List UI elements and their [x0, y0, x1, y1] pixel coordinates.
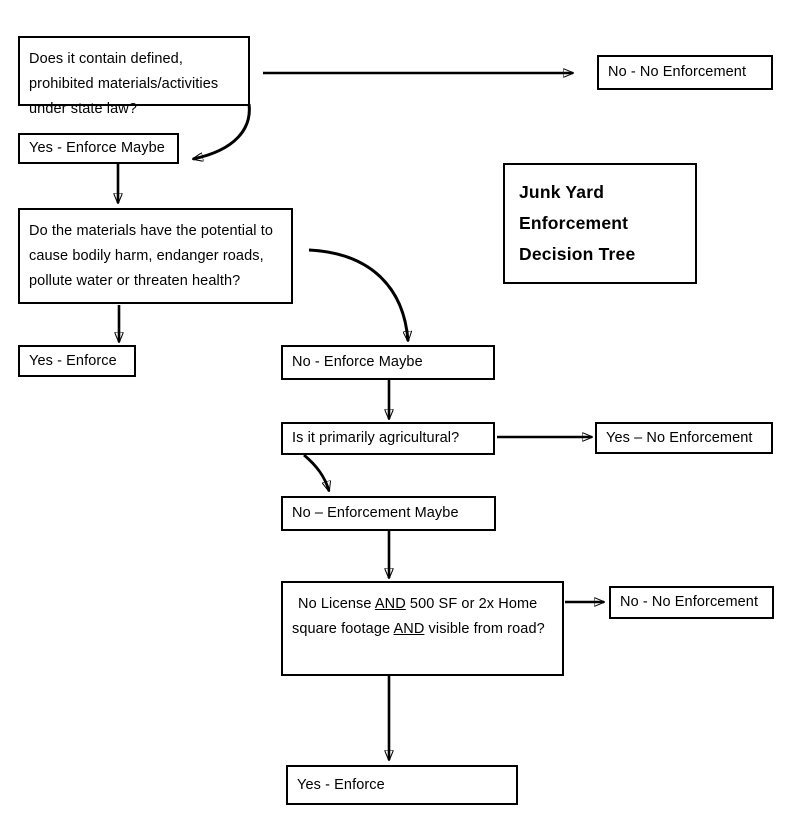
node-q4-yes-label: Yes - Enforce	[297, 776, 385, 793]
node-q3-no-label: No – Enforcement Maybe	[292, 505, 459, 522]
node-q3-yes-no-enforcement[interactable]: Yes – No Enforcement	[595, 422, 773, 454]
node-q3-label: Is it primarily agricultural?	[292, 430, 460, 447]
node-q4-and1: AND	[374, 596, 406, 612]
node-q4-part3: visible from road?	[424, 620, 545, 637]
node-q1-yes-label: Yes - Enforce Maybe	[29, 140, 165, 157]
node-q1-label: Does it contain defined, prohibited mate…	[29, 51, 219, 117]
connector-q2-to-q2no	[308, 248, 408, 341]
node-q2-label: Do the materials have the potential to c…	[29, 223, 273, 289]
title-box: Junk Yard Enforcement Decision Tree	[503, 163, 697, 284]
connector-q3-to-q3no	[303, 453, 329, 491]
node-q4-decision[interactable]: No License AND 500 SF or 2x Home square …	[281, 581, 564, 676]
node-q1-yes-enforce-maybe[interactable]: Yes - Enforce Maybe	[18, 133, 179, 164]
node-q3-decision[interactable]: Is it primarily agricultural?	[281, 422, 495, 455]
node-q4-no-enforcement[interactable]: No - No Enforcement	[609, 586, 774, 619]
node-q2-no-enforce-maybe[interactable]: No - Enforce Maybe	[281, 345, 495, 380]
node-q1-decision[interactable]: Does it contain defined, prohibited mate…	[18, 36, 250, 117]
node-q2-decision[interactable]: Do the materials have the potential to c…	[18, 208, 293, 304]
node-q4-and2: AND	[393, 620, 425, 637]
flowchart-canvas: Does it contain defined, prohibited mate…	[0, 0, 800, 828]
node-q3-yes-label: Yes – No Enforcement	[606, 429, 753, 446]
node-q2-yes-enforce[interactable]: Yes - Enforce	[18, 345, 136, 377]
node-q4-part1: No License	[298, 596, 375, 612]
node-q4-no-label: No - No Enforcement	[620, 594, 759, 611]
node-q1-no-label: No - No Enforcement	[608, 64, 747, 81]
title-text: Junk Yard Enforcement Decision Tree	[519, 182, 636, 265]
node-q2-no-label: No - Enforce Maybe	[292, 354, 423, 371]
node-q1-no-enforcement[interactable]: No - No Enforcement	[597, 55, 773, 90]
node-q3-no-enforcement-maybe[interactable]: No – Enforcement Maybe	[281, 496, 496, 531]
node-q4-label: No License AND 500 SF or 2x Home square …	[283, 583, 562, 642]
flowchart-connectors	[0, 0, 800, 828]
node-q2-yes-label: Yes - Enforce	[29, 352, 117, 369]
node-q4-yes-enforce[interactable]: Yes - Enforce	[286, 765, 518, 805]
